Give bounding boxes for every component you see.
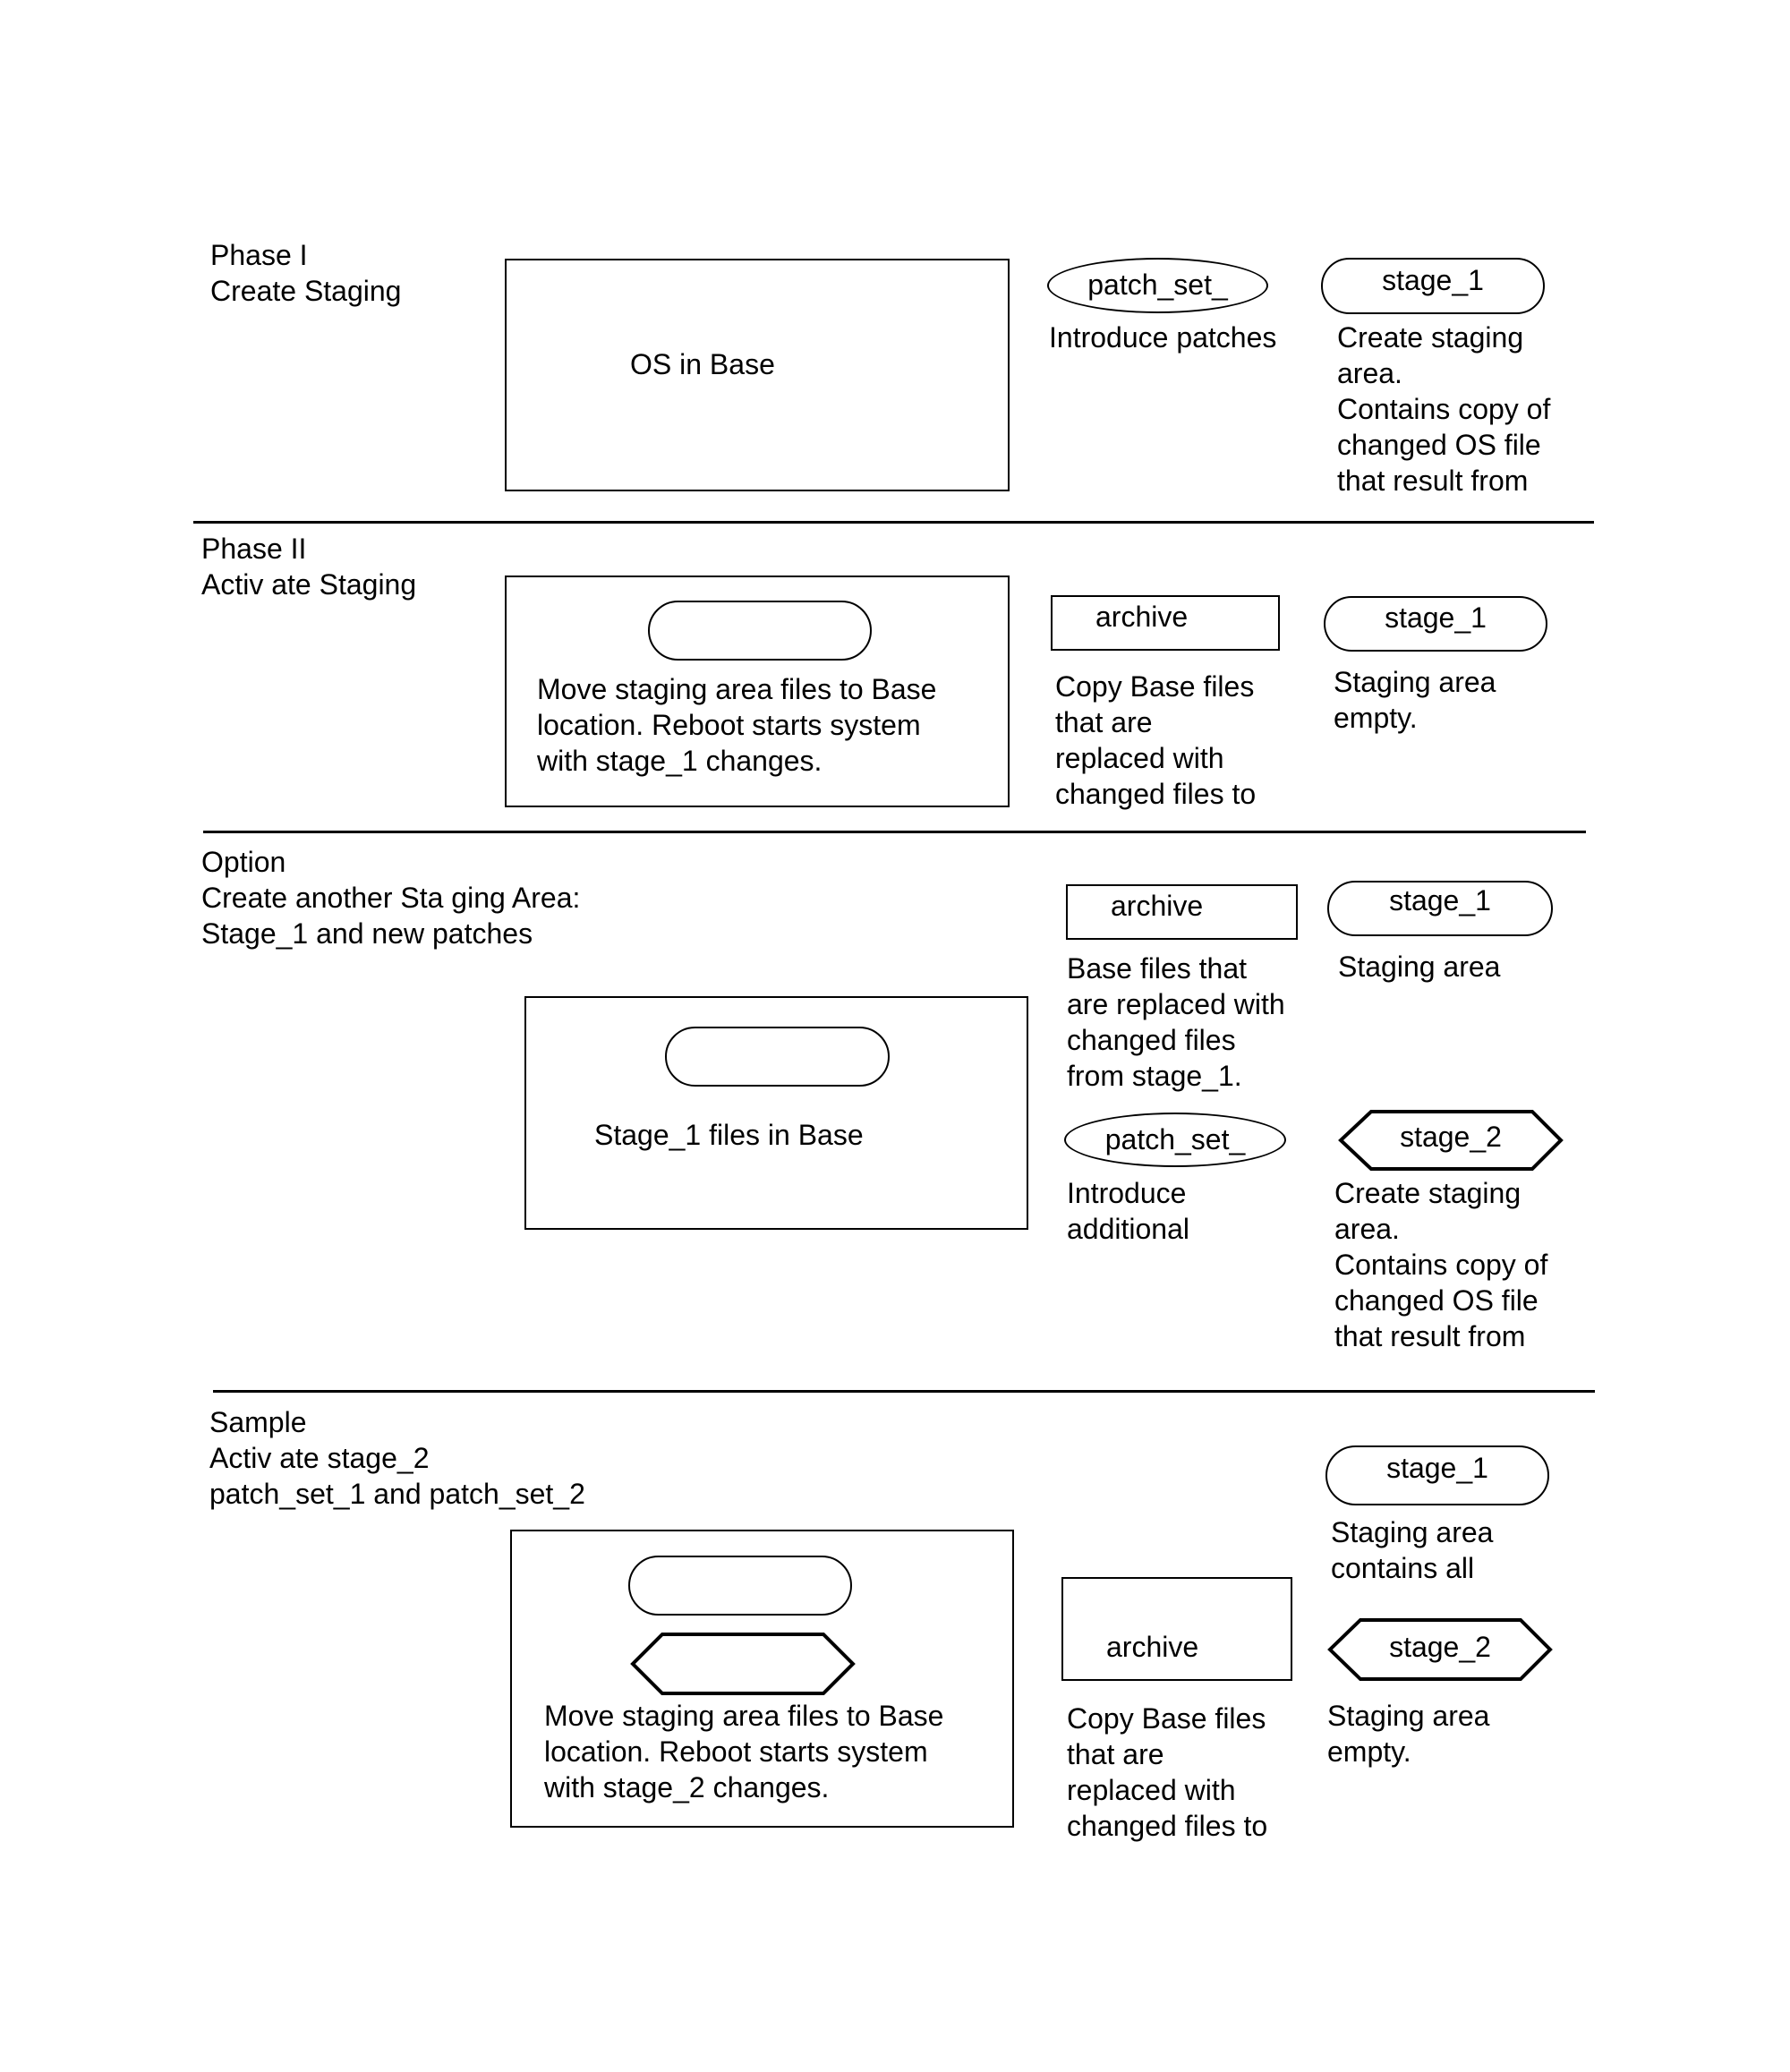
sample-archive-label: archive <box>1106 1631 1199 1663</box>
option-archive-label: archive <box>1111 890 1204 922</box>
description-line: area. <box>1337 357 1402 389</box>
phase1-stage1-terminator: stage_1 <box>1321 258 1545 314</box>
move-text-line: with stage_1 changes. <box>537 745 823 777</box>
description-line: additional <box>1067 1213 1189 1245</box>
stage1-terminator-shape <box>665 1027 890 1087</box>
description-line: Staging area <box>1331 1516 1494 1548</box>
description-line: contains all <box>1331 1552 1475 1584</box>
option-patch-set-ellipse: patch_set_ <box>1064 1113 1286 1167</box>
description-line: empty. <box>1327 1735 1411 1768</box>
phase1-patch-set-label: patch_set_ <box>1087 269 1228 301</box>
option-title-line: Option <box>201 846 286 878</box>
stage2-hexagon-shape <box>630 1633 856 1695</box>
sample-move-text: Move staging area files to Base location… <box>544 1698 943 1805</box>
phase1-stage1-description: Create staging area. Contains copy of ch… <box>1337 320 1550 499</box>
hexagon-outline <box>630 1633 856 1695</box>
phase2-title-line: Activ ate Staging <box>201 568 417 601</box>
phase2-title: Phase II Activ ate Staging <box>201 531 416 602</box>
phase1-patch-set-ellipse: patch_set_ <box>1047 258 1268 313</box>
sample-title-line: Sample <box>209 1406 307 1438</box>
description-line: replaced with <box>1055 742 1224 774</box>
move-text-line: Move staging area files to Base <box>537 673 937 705</box>
option-base-box: Stage_1 files in Base <box>524 996 1028 1230</box>
phase2-move-text: Move staging area files to Base location… <box>537 671 936 779</box>
phase2-stage1-description: Staging area empty. <box>1334 664 1496 736</box>
section-divider <box>203 831 1586 833</box>
description-line: area. <box>1334 1213 1400 1245</box>
option-stage2-label: stage_2 <box>1400 1121 1502 1153</box>
sample-archive-description: Copy Base files that are replaced with c… <box>1067 1701 1267 1844</box>
description-line: replaced with <box>1067 1774 1236 1806</box>
description-line: changed files to <box>1055 778 1257 810</box>
phase1-os-base-label: OS in Base <box>630 348 775 380</box>
description-line: that are <box>1067 1738 1164 1770</box>
description-line: from stage_1. <box>1067 1060 1242 1092</box>
sample-title-line: patch_set_1 and patch_set_2 <box>209 1478 585 1510</box>
option-base-label: Stage_1 files in Base <box>594 1119 864 1151</box>
phase1-title-line: Create Staging <box>210 275 402 307</box>
description-line: are replaced with <box>1067 988 1285 1020</box>
option-title: Option Create another Sta ging Area: Sta… <box>201 844 580 951</box>
option-patch-set-label: patch_set_ <box>1104 1123 1246 1155</box>
option-stage1-terminator: stage_1 <box>1327 881 1553 936</box>
description-line: changed OS file <box>1337 429 1541 461</box>
sample-move-box: Move staging area files to Base location… <box>510 1530 1014 1828</box>
sample-title-line: Activ ate stage_2 <box>209 1442 430 1474</box>
description-line: Contains copy of <box>1337 393 1551 425</box>
phase1-patch-set-description: Introduce patches <box>1049 320 1276 355</box>
description-line: changed files to <box>1067 1810 1268 1842</box>
sample-title: Sample Activ ate stage_2 patch_set_1 and… <box>209 1404 585 1512</box>
description-line: Create staging <box>1334 1177 1522 1209</box>
phase1-title: Phase I Create Staging <box>210 237 401 309</box>
sample-stage1-label: stage_1 <box>1386 1452 1488 1484</box>
phase2-archive-description: Copy Base files that are replaced with c… <box>1055 669 1256 812</box>
phase2-stage1-terminator: stage_1 <box>1324 596 1547 652</box>
move-text-line: location. Reboot starts system <box>537 709 921 741</box>
phase2-move-box: Move staging area files to Base location… <box>505 576 1010 807</box>
option-title-line: Create another Sta ging Area: <box>201 882 581 914</box>
description-line: that are <box>1055 706 1153 738</box>
move-text-line: Move staging area files to Base <box>544 1700 944 1732</box>
phase2-title-line: Phase II <box>201 533 307 565</box>
description-line: Introduce <box>1067 1177 1187 1209</box>
description-line: empty. <box>1334 702 1418 734</box>
option-stage1-label: stage_1 <box>1389 884 1491 917</box>
description-line: Contains copy of <box>1334 1249 1548 1281</box>
option-archive-box: archive <box>1066 884 1298 940</box>
description-line: that result from <box>1334 1320 1526 1352</box>
option-patch-set-description: Introduce additional <box>1067 1175 1189 1247</box>
sample-stage1-terminator: stage_1 <box>1325 1445 1549 1505</box>
description-line: Create staging <box>1337 321 1524 354</box>
section-divider <box>213 1390 1595 1393</box>
option-title-line: Stage_1 and new patches <box>201 917 533 950</box>
stage1-terminator-shape <box>648 601 872 661</box>
phase1-title-line: Phase I <box>210 239 308 271</box>
description-line: Copy Base files <box>1067 1702 1266 1735</box>
option-stage1-description: Staging area <box>1338 949 1500 985</box>
description-line: that result from <box>1337 465 1529 497</box>
phase2-archive-box: archive <box>1051 595 1280 651</box>
sample-stage2-label: stage_2 <box>1389 1631 1491 1663</box>
description-line: Base files that <box>1067 952 1247 985</box>
option-archive-description: Base files that are replaced with change… <box>1067 951 1285 1094</box>
description-line: Staging area <box>1334 666 1496 698</box>
option-stage2-description: Create staging area. Contains copy of ch… <box>1334 1175 1547 1354</box>
phase2-archive-label: archive <box>1095 601 1189 633</box>
section-divider <box>193 521 1594 524</box>
phase1-stage1-label: stage_1 <box>1382 264 1484 296</box>
description-line: changed OS file <box>1334 1284 1539 1317</box>
sample-stage2-description: Staging area empty. <box>1327 1698 1489 1769</box>
description-line: Introduce patches <box>1049 321 1277 354</box>
move-text-line: with stage_2 changes. <box>544 1771 830 1803</box>
description-line: Copy Base files <box>1055 670 1255 703</box>
phase1-os-base-box: OS in Base <box>505 259 1010 491</box>
description-line: changed files <box>1067 1024 1236 1056</box>
sample-stage1-description: Staging area contains all <box>1331 1514 1493 1586</box>
description-line: Staging area <box>1338 951 1501 983</box>
move-text-line: location. Reboot starts system <box>544 1735 928 1768</box>
sample-archive-box: archive <box>1061 1577 1292 1681</box>
phase2-stage1-label: stage_1 <box>1385 601 1487 634</box>
stage1-terminator-shape <box>628 1556 852 1616</box>
description-line: Staging area <box>1327 1700 1490 1732</box>
